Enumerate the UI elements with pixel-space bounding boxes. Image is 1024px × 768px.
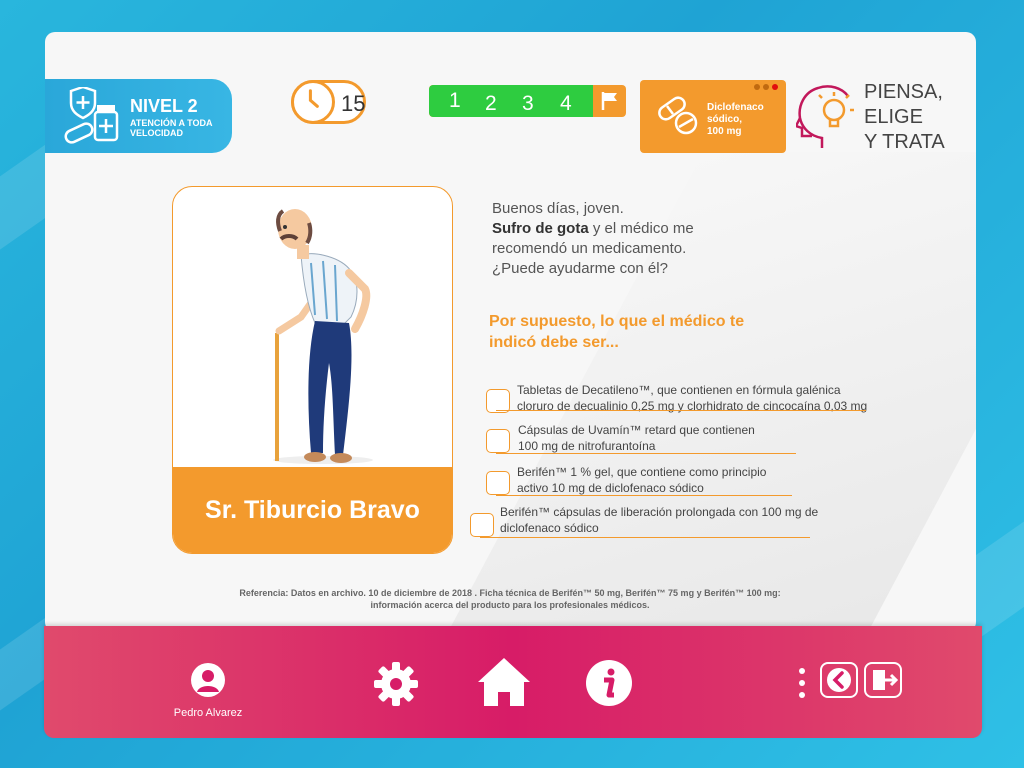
answer-3-line-2: activo 10 mg de diclofenaco sódico <box>517 481 704 495</box>
progress-step-4: 4 <box>560 92 572 115</box>
target-drug-card: Diclofenaco sódico, 100 mg <box>640 80 786 153</box>
answer-text-4: Berifén™ cápsulas de liberación prolonga… <box>500 504 818 536</box>
drug-line-3: 100 mg <box>707 126 742 137</box>
answer-2-line-1: Cápsulas de Uvamín™ retard que contienen <box>518 423 755 437</box>
answer-option-3[interactable]: Berifén™ 1 % gel, que contiene como prin… <box>486 463 806 499</box>
progress-step-1: 1 <box>449 89 461 112</box>
speech-line-2-rest: y el médico me <box>588 220 694 237</box>
progress-step-3: 3 <box>522 92 534 115</box>
exit-button[interactable] <box>864 662 902 698</box>
timer: 15 <box>291 80 366 124</box>
user-profile[interactable]: Pedro Alvarez <box>158 662 258 719</box>
pill-icon <box>658 96 698 135</box>
level-title: NIVEL 2 <box>130 96 198 116</box>
answer-option-1[interactable]: Tabletas de Decatileno™, que contienen e… <box>486 381 876 417</box>
medicine-icon <box>64 87 119 144</box>
drug-line-1: Diclofenaco <box>707 102 764 113</box>
reference-note: Referencia: Datos en archivo. 10 de dici… <box>160 587 860 611</box>
answer-checkbox-4[interactable] <box>470 513 494 537</box>
slogan-line-2: ELIGE <box>864 106 923 128</box>
gear-icon[interactable] <box>372 660 420 708</box>
reference-line-2: información acerca del producto para los… <box>370 600 650 610</box>
answer-3-line-1: Berifén™ 1 % gel, que contiene como prin… <box>517 465 767 479</box>
thinking-head-icon <box>796 85 854 148</box>
question-prompt: Por supuesto, lo que el médico te indicó… <box>489 311 789 353</box>
level-subtitle: ATENCIÓN A TODA VELOCIDAD <box>130 118 213 138</box>
user-name: Pedro Alvarez <box>173 707 243 719</box>
answer-1-line-2: cloruro de decualinio 0,25 mg y clorhidr… <box>517 399 868 413</box>
slogan-line-3: Y TRATA <box>864 131 945 153</box>
level-progress: 1 2 3 4 <box>429 85 626 117</box>
elderly-patient-illustration <box>273 209 373 464</box>
drug-line-2: sódico, <box>707 114 743 125</box>
speech-line-1: Buenos días, joven. <box>492 200 624 217</box>
slogan-line-1: PIENSA, <box>864 81 943 103</box>
answer-text-3: Berifén™ 1 % gel, que contiene como prin… <box>517 464 766 496</box>
target-drug-text: Diclofenaco sódico, 100 mg <box>707 102 764 138</box>
speech-line-2: Sufro de gota y el médico me <box>492 219 742 239</box>
speech-line-3: recomendó un medicamento. <box>492 240 687 257</box>
slogan-text: PIENSA, ELIGE Y TRATA <box>864 80 945 155</box>
progress-step-2: 2 <box>485 92 497 115</box>
answer-option-2[interactable]: Cápsulas de Uvamín™ retard que contienen… <box>486 421 806 457</box>
answer-underline-2 <box>496 453 796 454</box>
more-icon[interactable] <box>796 666 808 700</box>
back-icon <box>827 668 851 692</box>
answer-underline-4 <box>480 537 810 538</box>
timer-value: 15 <box>341 91 366 116</box>
home-icon[interactable] <box>476 654 532 710</box>
answer-text-2: Cápsulas de Uvamín™ retard que contienen… <box>518 422 755 454</box>
status-dots <box>754 84 778 90</box>
exit-icon <box>873 670 899 690</box>
answer-4-line-1: Berifén™ cápsulas de liberación prolonga… <box>500 505 819 519</box>
patient-card: Sr. Tiburcio Bravo <box>172 186 453 554</box>
reference-line-1: Referencia: Datos en archivo. 10 de dici… <box>239 588 781 598</box>
patient-name: Sr. Tiburcio Bravo <box>173 467 452 553</box>
answer-1-line-1: Tabletas de Decatileno™, que contienen e… <box>517 383 841 397</box>
speech-line-4: ¿Puede ayudarme con él? <box>492 260 668 277</box>
user-avatar-icon <box>191 663 225 697</box>
question-line-1: Por supuesto, lo que el médico te <box>489 313 745 330</box>
back-button[interactable] <box>820 662 858 698</box>
answer-2-line-2: 100 mg de nitrofurantoína <box>518 439 656 453</box>
level-badge: NIVEL 2 ATENCIÓN A TODA VELOCIDAD <box>45 79 232 153</box>
answer-checkbox-3[interactable] <box>486 471 510 495</box>
answer-4-line-2: diclofenaco sódico <box>500 521 599 535</box>
info-icon[interactable] <box>585 659 633 707</box>
bottom-toolbar: Pedro Alvarez <box>44 626 982 738</box>
speech-highlight: Sufro de gota <box>492 220 589 237</box>
clock-icon <box>291 80 335 124</box>
answer-underline-3 <box>496 495 792 496</box>
answer-underline-1 <box>496 410 866 411</box>
slogan: PIENSA, ELIGE Y TRATA <box>796 78 956 158</box>
answer-option-4[interactable]: Berifén™ cápsulas de liberación prolonga… <box>470 503 818 539</box>
question-line-2: indicó debe ser... <box>489 334 619 351</box>
patient-speech: Buenos días, joven. Sufro de gota y el m… <box>492 199 742 279</box>
flag-icon <box>601 92 617 110</box>
answer-checkbox-2[interactable] <box>486 429 510 453</box>
